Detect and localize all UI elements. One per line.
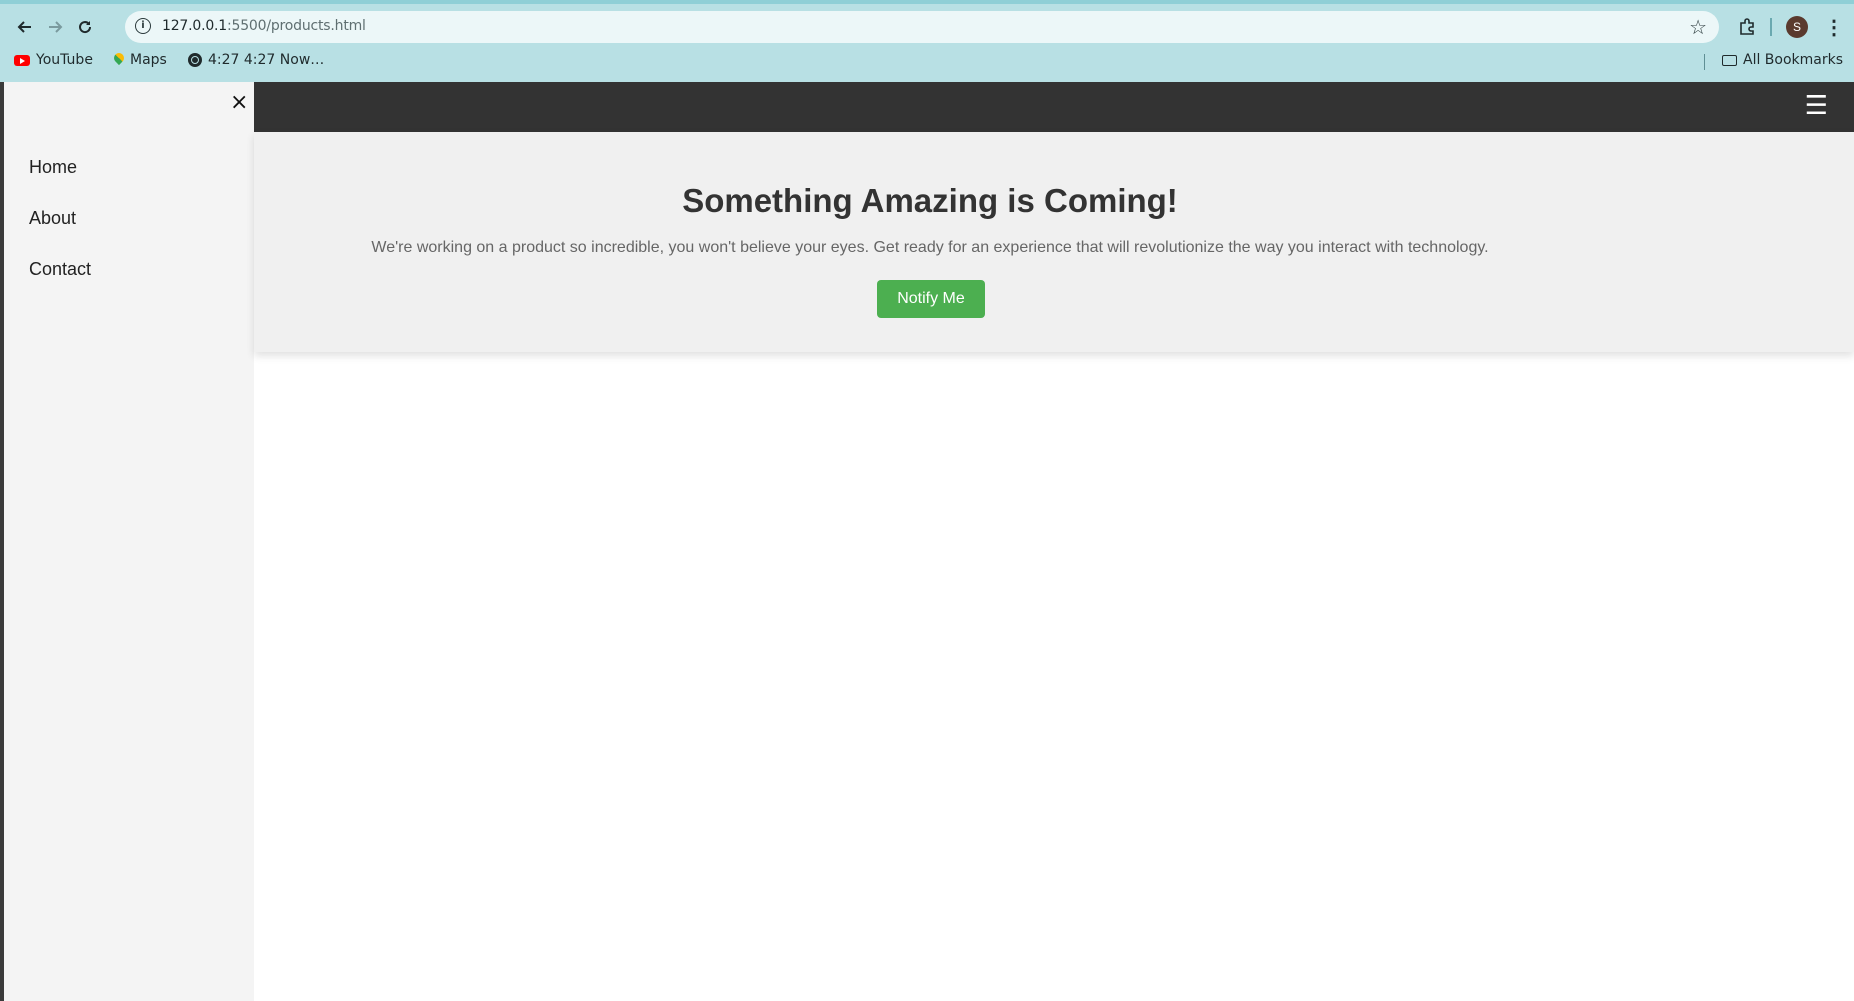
url-text[interactable]: 127.0.0.1:5500/products.html (162, 18, 366, 34)
bookmarks-divider (1704, 54, 1705, 70)
hero-title: Something Amazing is Coming! (682, 182, 1178, 219)
bookmark-maps[interactable]: Maps (114, 52, 167, 68)
globe-icon (188, 53, 202, 67)
browser-menu-icon[interactable]: ⋮ (1822, 12, 1846, 42)
sidebar-item-home[interactable]: Home (29, 157, 77, 178)
reload-button[interactable] (70, 12, 100, 42)
bookmarks-bar: YouTube Maps 4:27 4:27 Now… All Bookmark… (0, 46, 1854, 76)
profile-avatar[interactable]: S (1786, 16, 1808, 38)
folder-icon (1722, 54, 1737, 66)
all-bookmarks-button[interactable]: All Bookmarks (1722, 52, 1843, 68)
back-arrow-icon (17, 21, 31, 33)
browser-chrome: i 127.0.0.1:5500/products.html ☆ S ⋮ You… (0, 0, 1854, 82)
reload-icon (79, 21, 92, 34)
bookmark-now[interactable]: 4:27 4:27 Now… (188, 52, 324, 68)
extensions-icon[interactable] (1732, 12, 1762, 42)
bookmark-star-icon[interactable]: ☆ (1689, 15, 1707, 40)
hero-section: Something Amazing is Coming! We're worki… (254, 132, 1854, 352)
bookmark-label: YouTube (36, 52, 93, 68)
bookmark-label: Maps (130, 52, 167, 68)
forward-arrow-icon (49, 21, 63, 33)
youtube-icon (14, 54, 30, 66)
sidebar-item-about[interactable]: About (29, 208, 76, 229)
page-viewport: × Home About Contact ☰ Something Amazing… (0, 82, 1854, 1001)
all-bookmarks-label: All Bookmarks (1743, 52, 1844, 68)
toolbar-divider (1770, 18, 1772, 36)
bookmark-label: 4:27 4:27 Now… (208, 52, 325, 68)
address-bar[interactable]: i 127.0.0.1:5500/products.html ☆ (125, 11, 1719, 43)
notify-me-button[interactable]: Notify Me (877, 280, 985, 318)
site-info-icon[interactable]: i (135, 18, 151, 34)
back-button[interactable] (10, 12, 40, 42)
hamburger-menu-icon[interactable]: ☰ (1805, 92, 1828, 120)
sidebar-item-contact[interactable]: Contact (29, 259, 91, 280)
maps-icon (114, 53, 124, 67)
forward-button[interactable] (40, 12, 70, 42)
hero-description: We're working on a product so incredible… (371, 239, 1489, 256)
top-navbar: ☰ (254, 82, 1854, 132)
close-icon[interactable]: × (230, 92, 248, 114)
bookmark-youtube[interactable]: YouTube (14, 52, 93, 68)
browser-toolbar: i 127.0.0.1:5500/products.html ☆ S ⋮ (0, 4, 1854, 46)
sidebar: × Home About Contact (4, 82, 254, 1001)
